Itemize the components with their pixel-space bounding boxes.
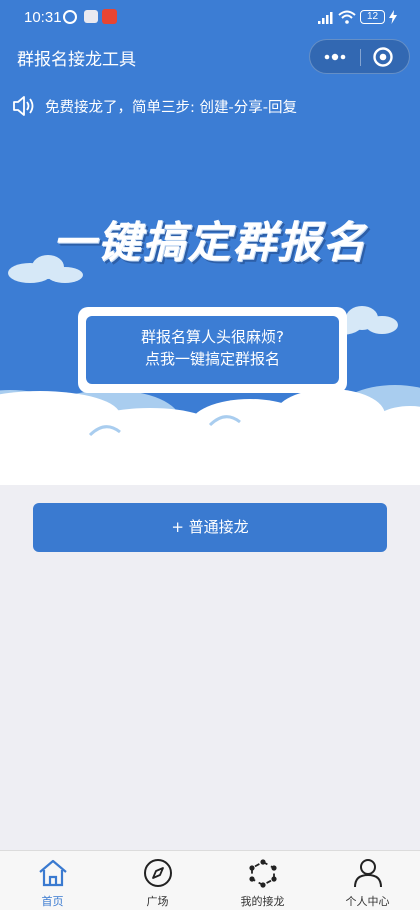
speaker-icon [13,96,34,116]
tab-square-label: 广场 [146,895,169,908]
wifi-icon [338,10,356,24]
cta-button[interactable]: 群报名算人头很麻烦? 点我一键搞定群报名 [86,316,339,384]
status-bar: 10:31 12 [0,0,420,36]
mini-program-capsule [309,39,410,74]
page-title: 群报名接龙工具 [17,50,136,70]
tab-square[interactable]: 广场 [105,851,210,910]
more-icon[interactable] [320,48,350,66]
tab-home-label: 首页 [41,895,64,908]
cta-line-2: 点我一键搞定群报名 [144,350,280,368]
status-time: 10:31 [24,9,62,26]
close-target-icon[interactable] [372,46,394,68]
alarm-icon [63,10,77,24]
network-icon [249,859,277,888]
app-notification-icon-2 [102,9,117,24]
tab-profile[interactable]: 个人中心 [315,851,420,910]
tab-profile-label: 个人中心 [345,895,390,908]
app-notification-icon [84,10,98,23]
signal-icon [318,12,333,24]
battery-icon: 12 [360,10,385,24]
cta-line-1: 群报名算人头很麻烦? [141,328,284,346]
tab-bar: 首页 广场 我的接龙 个人中心 [0,850,420,910]
normal-chain-button[interactable]: + 普通接龙 [33,503,387,552]
charging-icon [389,10,397,24]
capsule-divider [360,49,361,66]
hero-banner: 10:31 12 群报名接龙工具 免费接龙了，简单三步: 创建-分享-回复 一键… [0,0,420,485]
notice-text: 免费接龙了，简单三步: 创建-分享-回复 [45,100,297,116]
home-icon [39,859,67,887]
compass-icon [144,859,172,887]
tab-my-chains[interactable]: 我的接龙 [210,851,315,910]
cta-card[interactable]: 群报名算人头很麻烦? 点我一键搞定群报名 [78,307,347,393]
person-icon [354,859,382,888]
tab-home[interactable]: 首页 [0,851,105,910]
tab-my-chains-label: 我的接龙 [240,895,285,908]
